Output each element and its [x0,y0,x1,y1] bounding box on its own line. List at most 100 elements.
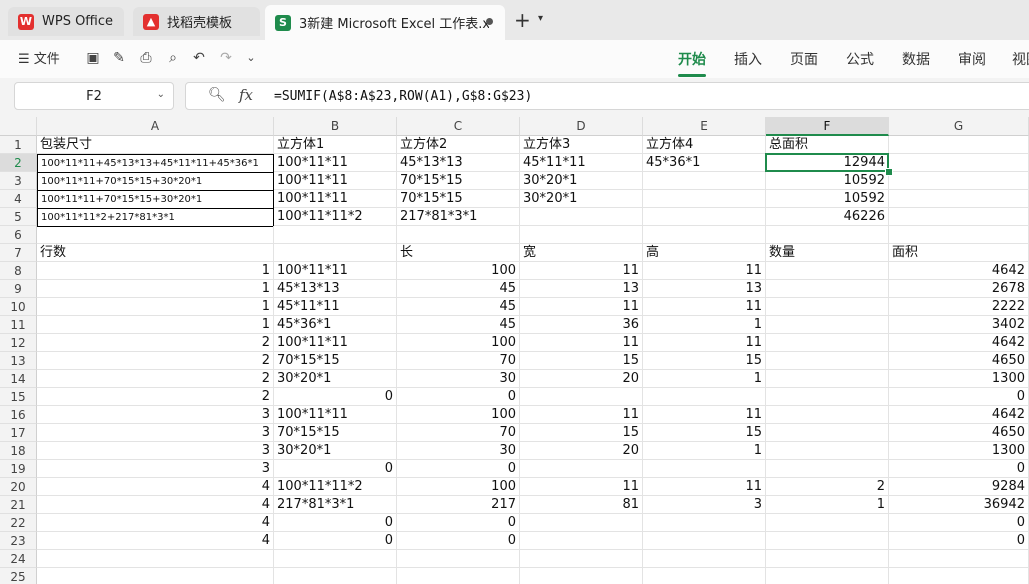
cell-c7[interactable]: 长 [397,244,520,262]
column-header-b[interactable]: B [274,117,397,136]
cell-a21[interactable]: 4 [37,496,274,514]
cell-f10[interactable] [766,298,889,316]
ribbon-tab-home[interactable]: 开始 [678,49,706,69]
column-header-f[interactable]: F [766,117,889,136]
cell-g22[interactable]: 0 [889,514,1029,532]
cell-f19[interactable] [766,460,889,478]
cell-g24[interactable] [889,550,1029,568]
cell-b21[interactable]: 217*81*3*1 [274,496,397,514]
cell-f1[interactable]: 总面积 [766,136,889,154]
cell-e25[interactable] [643,568,766,584]
cell-e12[interactable]: 11 [643,334,766,352]
cell-d10[interactable]: 11 [520,298,643,316]
cell-a4[interactable]: 100*11*11+70*15*15+30*20*1 [37,190,274,209]
row-header-8[interactable]: 8 [0,262,37,280]
cell-g8[interactable]: 4642 [889,262,1029,280]
cell-d8[interactable]: 11 [520,262,643,280]
cell-d5[interactable] [520,208,643,226]
ribbon-tab-formula[interactable]: 公式 [846,49,874,69]
cell-g15[interactable]: 0 [889,388,1029,406]
cell-e14[interactable]: 1 [643,370,766,388]
cell-c19[interactable]: 0 [397,460,520,478]
cell-a8[interactable]: 1 [37,262,274,280]
cell-e2[interactable]: 45*36*1 [643,154,766,172]
cell-c10[interactable]: 45 [397,298,520,316]
cell-c15[interactable]: 0 [397,388,520,406]
cell-a7[interactable]: 行数 [37,244,274,262]
cell-e18[interactable]: 1 [643,442,766,460]
cell-d14[interactable]: 20 [520,370,643,388]
cell-g25[interactable] [889,568,1029,584]
column-header-a[interactable]: A [37,117,274,136]
row-header-6[interactable]: 6 [0,226,37,244]
cell-b13[interactable]: 70*15*15 [274,352,397,370]
cell-d13[interactable]: 15 [520,352,643,370]
cell-e4[interactable] [643,190,766,208]
cell-d18[interactable]: 20 [520,442,643,460]
cell-g9[interactable]: 2678 [889,280,1029,298]
cell-g17[interactable]: 4650 [889,424,1029,442]
cell-f18[interactable] [766,442,889,460]
cell-c5[interactable]: 217*81*3*1 [397,208,520,226]
cell-a24[interactable] [37,550,274,568]
cell-e1[interactable]: 立方体4 [643,136,766,154]
cell-b11[interactable]: 45*36*1 [274,316,397,334]
cell-b17[interactable]: 70*15*15 [274,424,397,442]
cell-e9[interactable]: 13 [643,280,766,298]
cell-b9[interactable]: 45*13*13 [274,280,397,298]
cell-f21[interactable]: 1 [766,496,889,514]
cell-b5[interactable]: 100*11*11*2 [274,208,397,226]
ribbon-tab-review[interactable]: 审阅 [958,49,986,69]
row-header-5[interactable]: 5 [0,208,37,226]
format-painter-icon[interactable]: ✎ [110,49,128,67]
row-header-13[interactable]: 13 [0,352,37,370]
cell-d1[interactable]: 立方体3 [520,136,643,154]
cell-b18[interactable]: 30*20*1 [274,442,397,460]
cell-g14[interactable]: 1300 [889,370,1029,388]
cell-c24[interactable] [397,550,520,568]
cell-b10[interactable]: 45*11*11 [274,298,397,316]
cell-c14[interactable]: 30 [397,370,520,388]
cell-d16[interactable]: 11 [520,406,643,424]
cell-a10[interactable]: 1 [37,298,274,316]
cell-d24[interactable] [520,550,643,568]
cell-g16[interactable]: 4642 [889,406,1029,424]
tab-wps-office[interactable]: W WPS Office [8,7,124,36]
tab-active-workbook[interactable]: S 3新建 Microsoft Excel 工作表.xlsx [265,5,505,40]
cell-g19[interactable]: 0 [889,460,1029,478]
cell-f24[interactable] [766,550,889,568]
cell-d4[interactable]: 30*20*1 [520,190,643,208]
cell-b22[interactable]: 0 [274,514,397,532]
cell-d20[interactable]: 11 [520,478,643,496]
cell-d11[interactable]: 36 [520,316,643,334]
cell-g21[interactable]: 36942 [889,496,1029,514]
row-header-7[interactable]: 7 [0,244,37,262]
cell-a1[interactable]: 包装尺寸 [37,136,274,154]
cell-b4[interactable]: 100*11*11 [274,190,397,208]
cell-a11[interactable]: 1 [37,316,274,334]
cell-c3[interactable]: 70*15*15 [397,172,520,190]
cell-b1[interactable]: 立方体1 [274,136,397,154]
cell-c17[interactable]: 70 [397,424,520,442]
row-header-12[interactable]: 12 [0,334,37,352]
cell-g4[interactable] [889,190,1029,208]
cell-d25[interactable] [520,568,643,584]
row-header-18[interactable]: 18 [0,442,37,460]
cell-d7[interactable]: 宽 [520,244,643,262]
cell-d17[interactable]: 15 [520,424,643,442]
column-header-e[interactable]: E [643,117,766,136]
cell-g3[interactable] [889,172,1029,190]
cell-b14[interactable]: 30*20*1 [274,370,397,388]
cell-f12[interactable] [766,334,889,352]
cell-c16[interactable]: 100 [397,406,520,424]
new-tab-plus-icon[interactable]: + [514,8,531,32]
cell-c2[interactable]: 45*13*13 [397,154,520,172]
cell-b6[interactable] [274,226,397,244]
cell-e8[interactable]: 11 [643,262,766,280]
cell-d9[interactable]: 13 [520,280,643,298]
file-menu-button[interactable]: ☰ 文件 [18,48,60,67]
ribbon-tab-page[interactable]: 页面 [790,49,818,69]
cell-a22[interactable]: 4 [37,514,274,532]
row-header-14[interactable]: 14 [0,370,37,388]
formula-input[interactable]: 🔍︎ fx =SUMIF(A$8:A$23,ROW(A1),G$8:G$23) [185,82,1029,110]
